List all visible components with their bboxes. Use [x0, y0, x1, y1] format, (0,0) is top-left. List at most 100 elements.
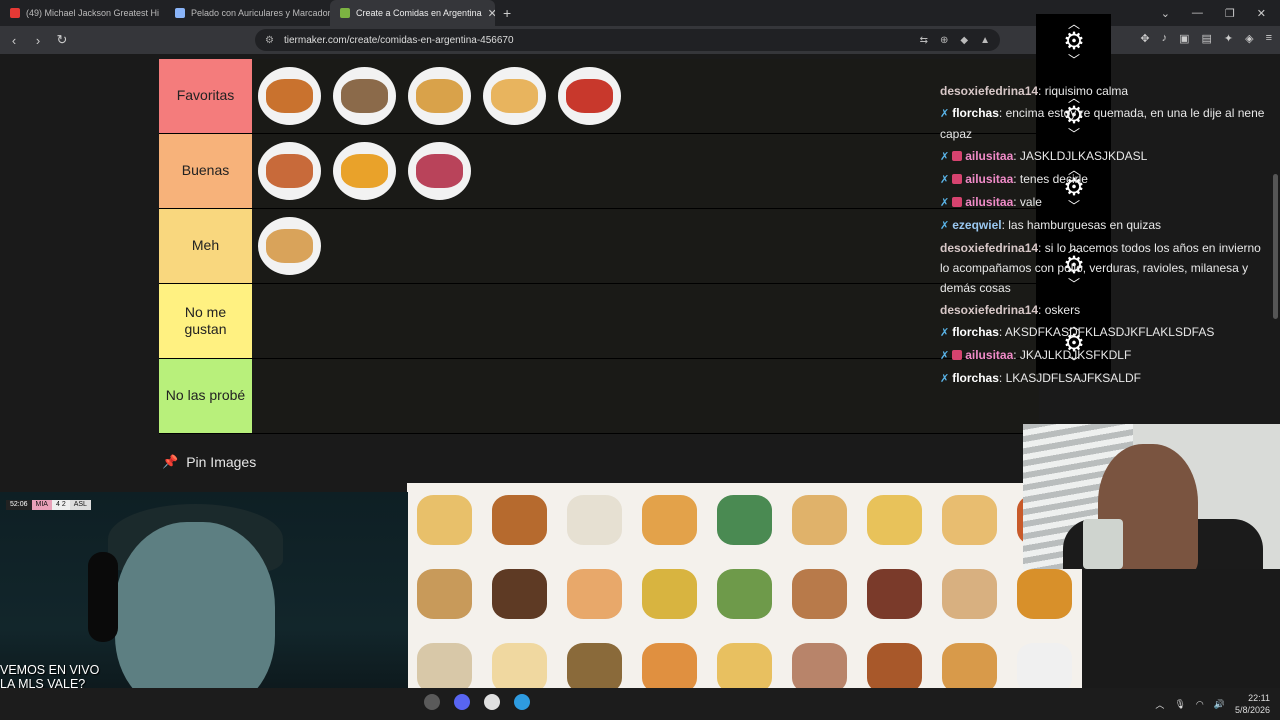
tab-search-icon[interactable]: ⌄	[1161, 7, 1170, 20]
tier-label[interactable]: Buenas	[159, 134, 252, 208]
pool-food-image[interactable]	[932, 631, 1007, 688]
app-icon[interactable]	[424, 694, 440, 710]
pool-food-image[interactable]	[482, 483, 557, 557]
food-image[interactable]	[252, 59, 327, 134]
pool-food-image[interactable]	[857, 557, 932, 631]
wallet-icon[interactable]: ▤	[1201, 32, 1211, 45]
pool-food-image[interactable]	[932, 483, 1007, 557]
food-image[interactable]	[477, 59, 552, 134]
shield-icon[interactable]: ◆	[960, 35, 968, 46]
pool-food-image[interactable]	[707, 483, 782, 557]
pool-food-image[interactable]	[782, 631, 857, 688]
food-image[interactable]	[552, 59, 627, 134]
pool-food-image[interactable]	[557, 631, 632, 688]
food-image[interactable]	[402, 59, 477, 134]
chat-username[interactable]: florchas	[952, 106, 999, 120]
tier-label[interactable]: Meh	[159, 209, 252, 283]
tab-1[interactable]: Pelado con Auriculares y Marcador -	[165, 0, 330, 26]
chat-username[interactable]: ezeqwiel	[952, 218, 1001, 232]
pool-food-image[interactable]	[482, 557, 557, 631]
new-tab-button[interactable]: +	[495, 5, 519, 21]
chat-message: ✗ ailusitaa: JKAJLKDJKSFKDLF	[940, 348, 1132, 362]
gear-icon[interactable]: ⚙	[1054, 30, 1094, 54]
chat-username[interactable]: ailusitaa	[965, 195, 1013, 209]
rewards-icon[interactable]: ▲	[980, 35, 990, 46]
url-text: tiermaker.com/create/comidas-en-argentin…	[283, 34, 514, 46]
chat-text: JASKLDJLKASJKDASL	[1019, 149, 1148, 163]
pool-food-image[interactable]	[782, 483, 857, 557]
leo-icon[interactable]: ✦	[1224, 32, 1233, 45]
pool-food-image[interactable]	[707, 631, 782, 688]
system-tray: ︿ 🎙 ◠ 🔊 22:11 5/8/2026	[1155, 692, 1270, 716]
obs-icon[interactable]	[484, 694, 500, 710]
scrollbar-thumb[interactable]	[1273, 174, 1278, 319]
pool-food-image[interactable]	[407, 483, 482, 557]
food-image[interactable]	[252, 209, 327, 284]
chat-username[interactable]: desoxiefedrina14	[940, 303, 1038, 317]
forward-icon[interactable]: ›	[28, 33, 48, 48]
food-image[interactable]	[252, 134, 327, 209]
tab-0[interactable]: (49) Michael Jackson Greatest Hi	[0, 0, 165, 26]
discord-icon[interactable]	[454, 694, 470, 710]
pool-food-image[interactable]	[707, 557, 782, 631]
zoom-icon[interactable]: ⊕	[940, 35, 948, 46]
back-icon[interactable]: ‹	[4, 33, 24, 48]
tab-2[interactable]: Create a Comidas en Argentina ✕	[330, 0, 495, 26]
pool-food-image[interactable]	[557, 557, 632, 631]
browser-icon[interactable]	[514, 694, 530, 710]
pool-food-image[interactable]	[632, 631, 707, 688]
pool-food-image[interactable]	[407, 631, 482, 688]
media-icon[interactable]: ♪	[1162, 32, 1168, 45]
pool-food-image[interactable]	[857, 483, 932, 557]
food-image[interactable]	[327, 134, 402, 209]
chat-username[interactable]: florchas	[952, 325, 999, 339]
volume-icon[interactable]: 🔊	[1214, 699, 1225, 710]
pool-food-image[interactable]	[782, 557, 857, 631]
pool-food-image[interactable]	[932, 557, 1007, 631]
food-image[interactable]	[327, 59, 402, 134]
close-window-button[interactable]: ✕	[1257, 7, 1266, 20]
pool-food-image[interactable]	[557, 483, 632, 557]
maximize-button[interactable]: ❐	[1225, 7, 1235, 20]
close-tab-icon[interactable]: ✕	[488, 7, 495, 20]
pin-images[interactable]: 📌 Pin Images	[162, 454, 256, 470]
taskbar-apps	[424, 694, 530, 710]
chat-text: las hamburguesas en quizas	[1008, 218, 1162, 232]
tier-label[interactable]: Favoritas	[159, 59, 252, 133]
menu-icon[interactable]: ≡	[1266, 32, 1272, 45]
chat-username[interactable]: desoxiefedrina14	[940, 241, 1038, 255]
chat-username[interactable]: ailusitaa	[965, 172, 1013, 186]
chat-username[interactable]: ailusitaa	[965, 149, 1013, 163]
tier-label[interactable]: No me gustan	[159, 284, 252, 358]
pool-food-image[interactable]	[632, 557, 707, 631]
sword-badge-icon: ✗	[940, 174, 950, 186]
address-bar[interactable]: ⚙ tiermaker.com/create/comidas-en-argent…	[255, 29, 1000, 51]
wifi-icon[interactable]: ◠	[1196, 699, 1204, 710]
pin-images-label: Pin Images	[186, 454, 257, 470]
chat-message: ✗ ailusitaa: JASKLDJLKASJKDASL	[940, 149, 1148, 163]
minimize-button[interactable]: —	[1192, 7, 1203, 20]
chat-control-1[interactable]: ︿ ⚙ ﹀	[1054, 18, 1094, 66]
pool-food-image[interactable]	[632, 483, 707, 557]
chat-username[interactable]: ailusitaa	[965, 348, 1013, 362]
clock[interactable]: 22:11 5/8/2026	[1235, 692, 1270, 716]
food-image[interactable]	[402, 134, 477, 209]
extensions-icon[interactable]: ✥	[1140, 32, 1149, 45]
tier-label[interactable]: No las probé	[159, 359, 252, 433]
pool-food-image[interactable]	[1007, 631, 1082, 688]
pool-food-image[interactable]	[407, 557, 482, 631]
reload-icon[interactable]: ↻	[52, 32, 72, 48]
site-info-icon[interactable]: ⚙	[265, 35, 274, 46]
tab-favicon-icon	[340, 8, 350, 18]
pool-food-image[interactable]	[482, 631, 557, 688]
chat-username[interactable]: desoxiefedrina14	[940, 84, 1038, 98]
chat-message: ✗ florchas: LKASJDFLSAJFKSALDF	[940, 371, 1141, 385]
translate-icon[interactable]: ⇆	[920, 35, 928, 46]
chat-username[interactable]: florchas	[952, 371, 999, 385]
chevron-up-icon[interactable]: ︿	[1155, 698, 1164, 711]
pool-food-image[interactable]	[857, 631, 932, 688]
vpn-icon[interactable]: ◈	[1245, 32, 1253, 45]
score-home: MIA	[31, 500, 52, 510]
sidebar-icon[interactable]: ▣	[1179, 32, 1189, 45]
mic-icon[interactable]: 🎙	[1174, 699, 1185, 710]
